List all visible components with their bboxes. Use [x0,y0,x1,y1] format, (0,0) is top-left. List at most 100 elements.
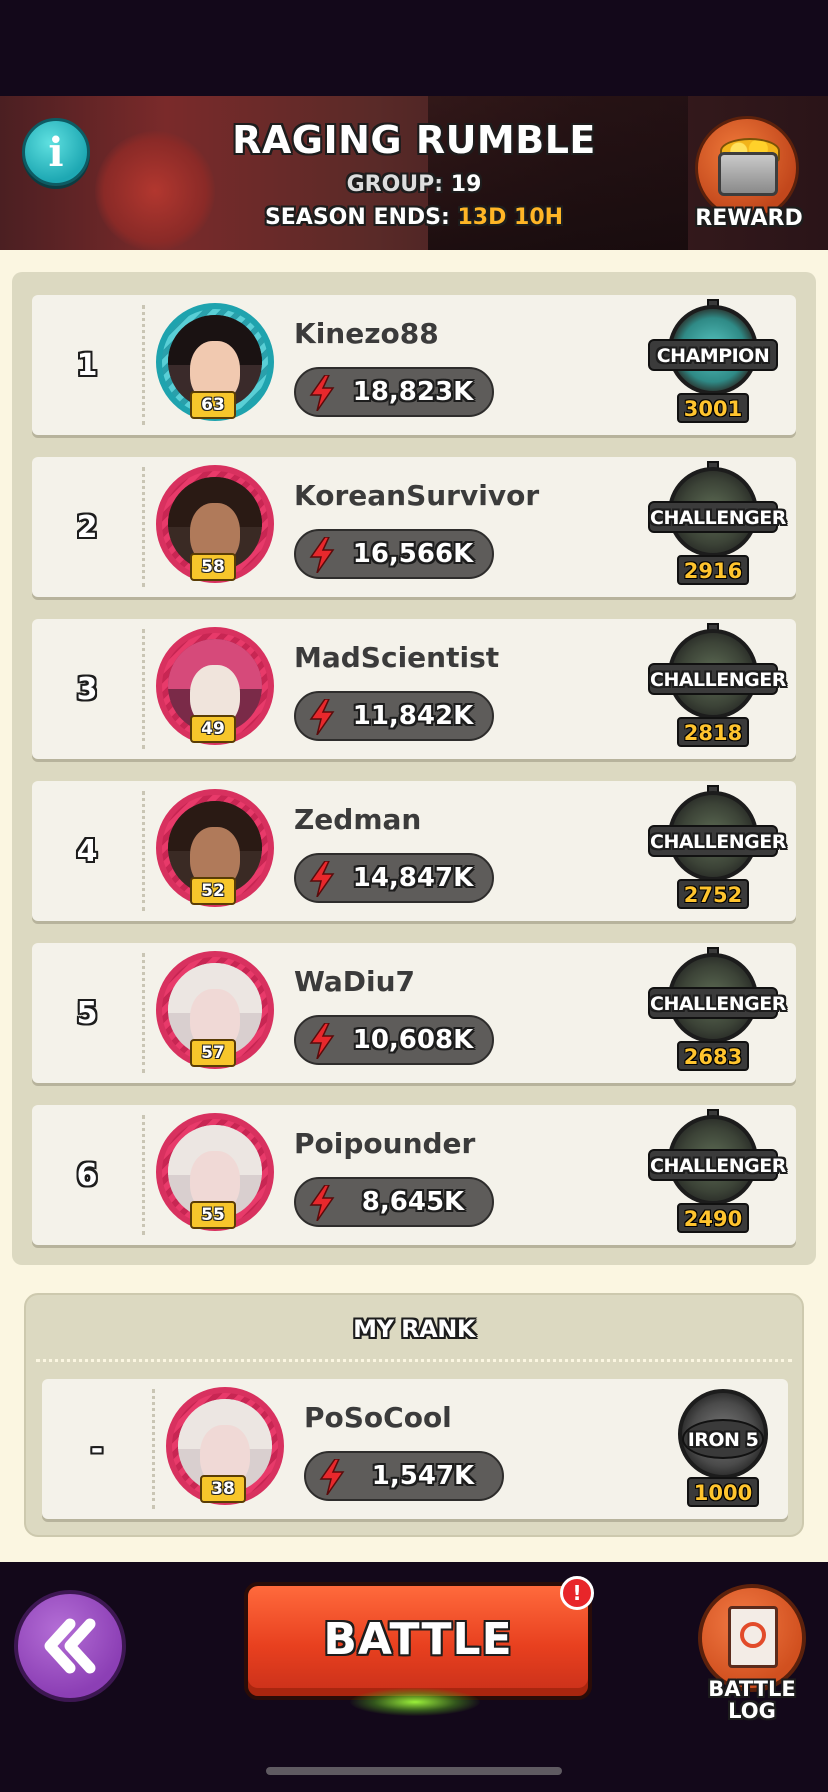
league-name: IRON 5 [682,1419,764,1459]
power-pill: 10,608K [294,1015,494,1065]
league-name: CHALLENGER [648,501,786,533]
row-divider [142,467,145,587]
player-avatar[interactable]: 52 [156,789,280,913]
my-avatar[interactable]: 38 [166,1387,290,1511]
power-value: 14,847K [352,863,474,893]
level-badge: 63 [190,391,236,419]
leaderboard-row[interactable]: 2 58 KoreanSurvivor 16,566K CHALLENGER 2916 [32,457,796,597]
player-name: Poipounder [294,1127,476,1160]
group-value: 19 [450,172,482,197]
power-value: 1,547K [371,1461,475,1491]
level-badge: 58 [190,553,236,581]
league-badge: CHAMPION 3001 [648,299,778,431]
player-avatar[interactable]: 63 [156,303,280,427]
my-rank-divider [36,1359,792,1362]
power-value: 11,842K [352,701,474,731]
level-badge: 49 [190,715,236,743]
battle-log-label: BATTLE LOG [690,1678,814,1722]
power-pill: 18,823K [294,367,494,417]
leaderboard-row[interactable]: 5 57 WaDiu7 10,608K CHALLENGER 2683 [32,943,796,1083]
level-badge: 52 [190,877,236,905]
my-rank-card[interactable]: - 38 PoSoCool 1,547K IRON 5 1000 [42,1379,788,1519]
power-pill: 16,566K [294,529,494,579]
league-score: 2818 [677,717,749,747]
league-score: 2490 [677,1203,749,1233]
rank-number: 6 [76,1157,98,1193]
power-pill: 11,842K [294,691,494,741]
reward-button[interactable]: REWARD [690,112,808,236]
rank-number: 2 [76,509,98,545]
target-icon [740,1622,766,1648]
player-name: Kinezo88 [294,317,439,350]
row-divider [142,1115,145,1235]
power-value: 16,566K [352,539,474,569]
season-label: SEASON ENDS: [264,205,450,230]
player-name: MadScientist [294,641,500,674]
player-name: Zedman [294,803,422,836]
group-label: GROUP: [346,172,444,197]
row-divider [142,953,145,1073]
league-score: 2752 [677,879,749,909]
row-divider [142,791,145,911]
lightning-bolt-icon [319,1459,345,1495]
my-rank-area: MY RANK - 38 PoSoCool 1,547K IRON 5 1000 [0,1265,828,1562]
league-score: 2916 [677,555,749,585]
battle-label: BATTLE [323,1614,513,1665]
lightning-bolt-icon [309,1185,335,1221]
lightning-bolt-icon [309,537,335,573]
battle-log-label-line2: LOG [728,1699,776,1723]
leaderboard-row[interactable]: 1 63 Kinezo88 18,823K CHAMPION 3001 [32,295,796,435]
power-pill: 1,547K [304,1451,504,1501]
league-score: 1000 [687,1477,759,1507]
power-pill: 8,645K [294,1177,494,1227]
battle-button[interactable]: BATTLE [244,1582,592,1700]
player-avatar[interactable]: 55 [156,1113,280,1237]
rank-number: 4 [76,833,98,869]
league-badge: CHALLENGER 2683 [648,947,786,1079]
my-rank-title: MY RANK [353,1315,475,1343]
rank-number: 3 [76,671,98,707]
home-indicator [266,1767,562,1775]
my-rank-panel: MY RANK - 38 PoSoCool 1,547K IRON 5 1000 [24,1293,804,1537]
rank-number: 5 [76,995,98,1031]
my-rank-number: - [90,1431,104,1467]
league-score: 2683 [677,1041,749,1071]
leaderboard-row[interactable]: 4 52 Zedman 14,847K CHALLENGER 2752 [32,781,796,921]
lightning-bolt-icon [309,1023,335,1059]
leaderboard-row[interactable]: 6 55 Poipounder 8,645K CHALLENGER 2490 [32,1105,796,1245]
league-badge: CHALLENGER 2490 [648,1109,786,1241]
power-pill: 14,847K [294,853,494,903]
league-name: CHALLENGER [648,1149,786,1181]
level-badge: 38 [200,1475,246,1503]
double-chevron-left-icon [44,1618,96,1674]
player-avatar[interactable]: 58 [156,465,280,589]
battle-glow [350,1688,480,1716]
row-divider [152,1389,155,1509]
row-divider [142,629,145,749]
back-button[interactable] [14,1590,126,1702]
leaderboard-row[interactable]: 3 49 MadScientist 11,842K CHALLENGER 2818 [32,619,796,759]
notification-alert-icon: ! [560,1576,594,1610]
league-badge: CHALLENGER 2818 [648,623,786,755]
league-badge: CHALLENGER 2752 [648,785,786,917]
league-name: CHALLENGER [648,825,786,857]
battle-log-button[interactable]: BATTLE LOG [690,1584,814,1734]
my-player-name: PoSoCool [304,1401,452,1434]
player-avatar[interactable]: 57 [156,951,280,1075]
reward-label: REWARD [695,206,803,231]
season-countdown: 13D 10H [457,205,564,230]
level-badge: 55 [190,1201,236,1229]
power-value: 10,608K [352,1025,474,1055]
league-score: 3001 [677,393,749,423]
league-name: CHALLENGER [648,987,786,1019]
rank-number: 1 [76,347,98,383]
player-name: WaDiu7 [294,965,416,998]
level-badge: 57 [190,1039,236,1067]
row-divider [142,305,145,425]
lightning-bolt-icon [309,861,335,897]
league-name: CHAMPION [648,339,778,371]
league-name: CHALLENGER [648,663,786,695]
player-name: KoreanSurvivor [294,479,540,512]
battle-log-label-line1: BATTLE [708,1677,796,1701]
player-avatar[interactable]: 49 [156,627,280,751]
